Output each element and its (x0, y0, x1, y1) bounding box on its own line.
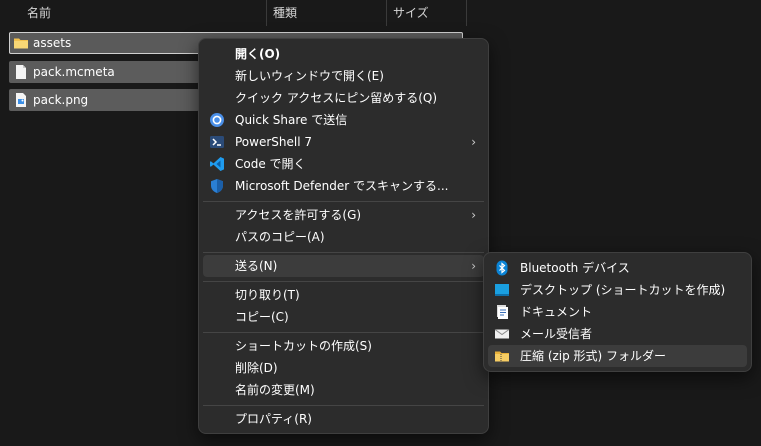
send-to-bluetooth[interactable]: Bluetooth デバイス (488, 257, 747, 279)
quick-share-icon (209, 112, 225, 128)
menu-item-copy-path[interactable]: パスのコピー(A) (203, 226, 484, 248)
menu-item-rename[interactable]: 名前の変更(M) (203, 379, 484, 401)
column-divider[interactable] (266, 0, 267, 26)
menu-divider (203, 332, 484, 333)
menu-item-pin-quick-access[interactable]: クイック アクセスにピン留めする(Q) (203, 87, 484, 109)
menu-item-defender-scan[interactable]: Microsoft Defender でスキャンする... (203, 175, 484, 197)
bluetooth-icon (494, 260, 510, 276)
menu-item-open-in-code[interactable]: Code で開く (203, 153, 484, 175)
column-type[interactable]: 種類 (273, 0, 297, 26)
menu-item-give-access[interactable]: アクセスを許可する(G) › (203, 204, 484, 226)
chevron-right-icon: › (471, 135, 476, 149)
chevron-right-icon: › (471, 208, 476, 222)
menu-divider (203, 252, 484, 253)
menu-item-create-shortcut[interactable]: ショートカットの作成(S) (203, 335, 484, 357)
powershell-icon (209, 134, 225, 150)
menu-item-copy[interactable]: コピー(C) (203, 306, 484, 328)
context-menu: 開く(O) 新しいウィンドウで開く(E) クイック アクセスにピン留めする(Q)… (198, 38, 489, 434)
menu-item-delete[interactable]: 削除(D) (203, 357, 484, 379)
menu-divider (203, 281, 484, 282)
menu-item-cut[interactable]: 切り取り(T) (203, 284, 484, 306)
file-row-pack-mcmeta[interactable]: pack.mcmeta (9, 61, 199, 83)
menu-divider (203, 405, 484, 406)
chevron-right-icon: › (471, 259, 476, 273)
menu-item-properties[interactable]: プロパティ(R) (203, 408, 484, 430)
zip-folder-icon (494, 348, 510, 364)
menu-item-open-new-window[interactable]: 新しいウィンドウで開く(E) (203, 65, 484, 87)
send-to-documents[interactable]: ドキュメント (488, 301, 747, 323)
file-name: pack.mcmeta (33, 65, 115, 79)
folder-icon (13, 35, 29, 51)
desktop-icon (494, 282, 510, 298)
column-divider[interactable] (386, 0, 387, 26)
image-file-icon (13, 92, 29, 108)
menu-item-quick-share[interactable]: Quick Share で送信 (203, 109, 484, 131)
file-row-pack-png[interactable]: pack.png (9, 89, 199, 111)
menu-divider (203, 201, 484, 202)
menu-item-send-to[interactable]: 送る(N) › (203, 255, 484, 277)
column-size[interactable]: サイズ (393, 0, 429, 26)
column-name[interactable]: 名前 (27, 0, 51, 26)
sort-ascending-icon: ⌃ (139, 0, 148, 7)
mail-icon (494, 326, 510, 342)
file-icon (13, 64, 29, 80)
column-divider[interactable] (466, 0, 467, 26)
column-header: ⌃ 名前 種類 サイズ (0, 0, 761, 26)
menu-item-powershell[interactable]: PowerShell 7 › (203, 131, 484, 153)
send-to-zip[interactable]: 圧縮 (zip 形式) フォルダー (488, 345, 747, 367)
file-name: assets (33, 36, 72, 50)
menu-item-open[interactable]: 開く(O) (203, 43, 484, 65)
send-to-submenu: Bluetooth デバイス デスクトップ (ショートカットを作成) ドキュメン… (483, 252, 752, 372)
documents-icon (494, 304, 510, 320)
file-name: pack.png (33, 93, 89, 107)
send-to-mail[interactable]: メール受信者 (488, 323, 747, 345)
defender-shield-icon (209, 178, 225, 194)
vscode-icon (209, 156, 225, 172)
send-to-desktop[interactable]: デスクトップ (ショートカットを作成) (488, 279, 747, 301)
